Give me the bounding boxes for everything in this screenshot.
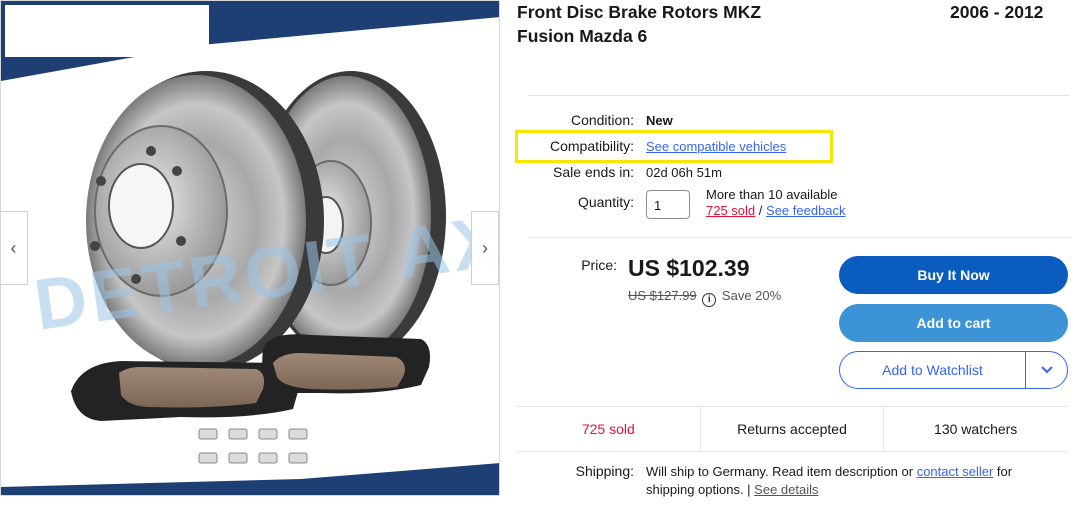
see-details-link[interactable]: See details (754, 482, 818, 497)
add-to-watchlist-button[interactable]: Add to Watchlist (840, 352, 1025, 388)
price-label: Price: (581, 257, 617, 273)
price-value: US $102.39 (628, 255, 750, 281)
condition-value: New (646, 113, 673, 128)
quantity-input[interactable]: 1 (646, 190, 690, 219)
divider (528, 95, 1070, 96)
compatible-vehicles-link[interactable]: See compatible vehicles (646, 139, 786, 154)
watchlist-control: Add to Watchlist (839, 351, 1068, 389)
sold-count-link[interactable]: 725 sold (706, 203, 755, 218)
product-image[interactable]: DETROIT AXLE (1, 1, 500, 496)
quantity-label: Quantity: (577, 194, 634, 210)
gallery-next-button[interactable]: › (471, 211, 499, 285)
availability-text: More than 10 available (706, 187, 838, 202)
divider (528, 237, 1070, 238)
shipping-label: Shipping: (575, 463, 634, 479)
see-feedback-link[interactable]: See feedback (766, 203, 846, 218)
was-price-row: US $127.99 i Save 20% (628, 288, 781, 307)
sale-ends-label: Sale ends in: (553, 164, 634, 180)
chevron-left-icon: ‹ (10, 237, 17, 258)
save-percent: Save 20% (721, 288, 782, 303)
separator: / (758, 203, 763, 218)
shipping-text: Will ship to Germany. Read item descript… (646, 464, 917, 479)
watchlist-dropdown-button[interactable] (1025, 352, 1067, 388)
shipping-value: Will ship to Germany. Read item descript… (646, 463, 1056, 499)
chevron-right-icon: › (482, 237, 488, 258)
contact-seller-link[interactable]: contact seller (917, 464, 994, 479)
was-price: US $127.99 (628, 288, 697, 303)
stat-sold: 725 sold (517, 407, 701, 451)
stat-watchers: 130 watchers (934, 421, 1018, 437)
add-to-cart-button[interactable]: Add to cart (839, 304, 1068, 342)
stat-returns: Returns accepted (701, 407, 885, 451)
buy-it-now-button[interactable]: Buy It Now (839, 256, 1068, 294)
image-overlay-patch (5, 5, 209, 57)
sale-ends-value: 02d 06h 51m (646, 165, 722, 180)
listing-years: 2006 - 2012 (950, 2, 1044, 22)
condition-label: Condition: (570, 112, 634, 128)
compatibility-label: Compatibility: (549, 138, 634, 154)
image-gallery: DETROIT AXLE ‹ › (0, 0, 500, 496)
stats-row: 725 sold Returns accepted 130 watchers (517, 406, 1067, 452)
info-icon[interactable]: i (702, 293, 717, 307)
chevron-down-icon (1040, 366, 1053, 374)
listing-title: Front Disc Brake Rotors MKZ Fusion Mazda… (517, 2, 762, 46)
gallery-prev-button[interactable]: ‹ (1, 211, 28, 285)
sold-feedback-row: 725 sold / See feedback (706, 203, 846, 218)
